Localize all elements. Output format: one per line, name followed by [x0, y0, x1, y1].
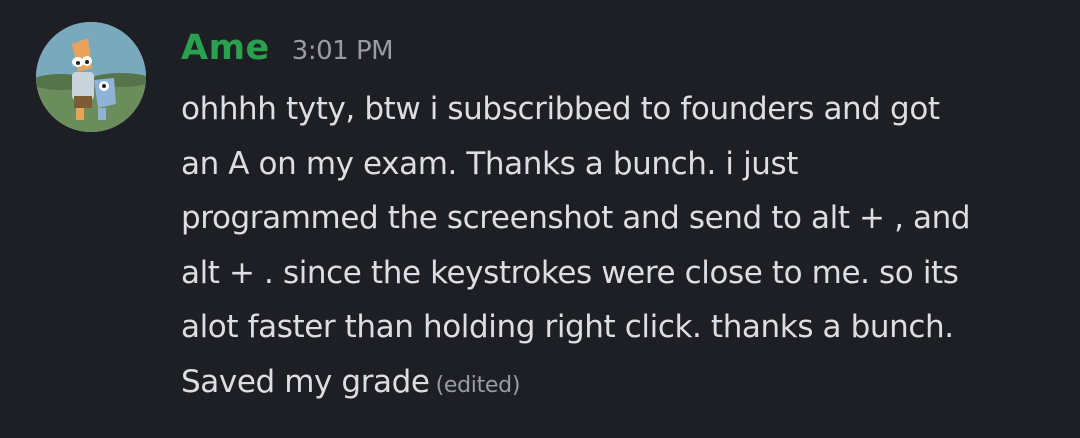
- timestamp[interactable]: 3:01 PM: [292, 36, 394, 66]
- message-line: alot faster than holding right click. th…: [181, 309, 954, 345]
- message-content: Ame 3:01 PM ohhhh tyty, btw i subscribbe…: [181, 28, 1061, 413]
- message-header: Ame 3:01 PM: [181, 28, 1061, 80]
- user-avatar-cartoon-icon: [36, 22, 146, 132]
- message-line: ohhhh tyty, btw i subscribbed to founder…: [181, 91, 940, 127]
- edited-indicator: (edited): [435, 372, 521, 398]
- message-line: programmed the screenshot and send to al…: [181, 200, 971, 236]
- message-line: alt + . since the keystrokes were close …: [181, 254, 959, 291]
- username[interactable]: Ame: [181, 28, 270, 68]
- avatar[interactable]: [36, 22, 146, 132]
- message-last-line: Saved my grade (edited): [181, 355, 1061, 414]
- message-body: ohhhh tyty, btw i subscribbed to founder…: [181, 82, 1061, 413]
- chat-message: Ame 3:01 PM ohhhh tyty, btw i subscribbe…: [0, 0, 1080, 438]
- message-line-text: Saved my grade: [181, 363, 430, 400]
- message-line: an A on my exam. Thanks a bunch. i just: [181, 145, 799, 182]
